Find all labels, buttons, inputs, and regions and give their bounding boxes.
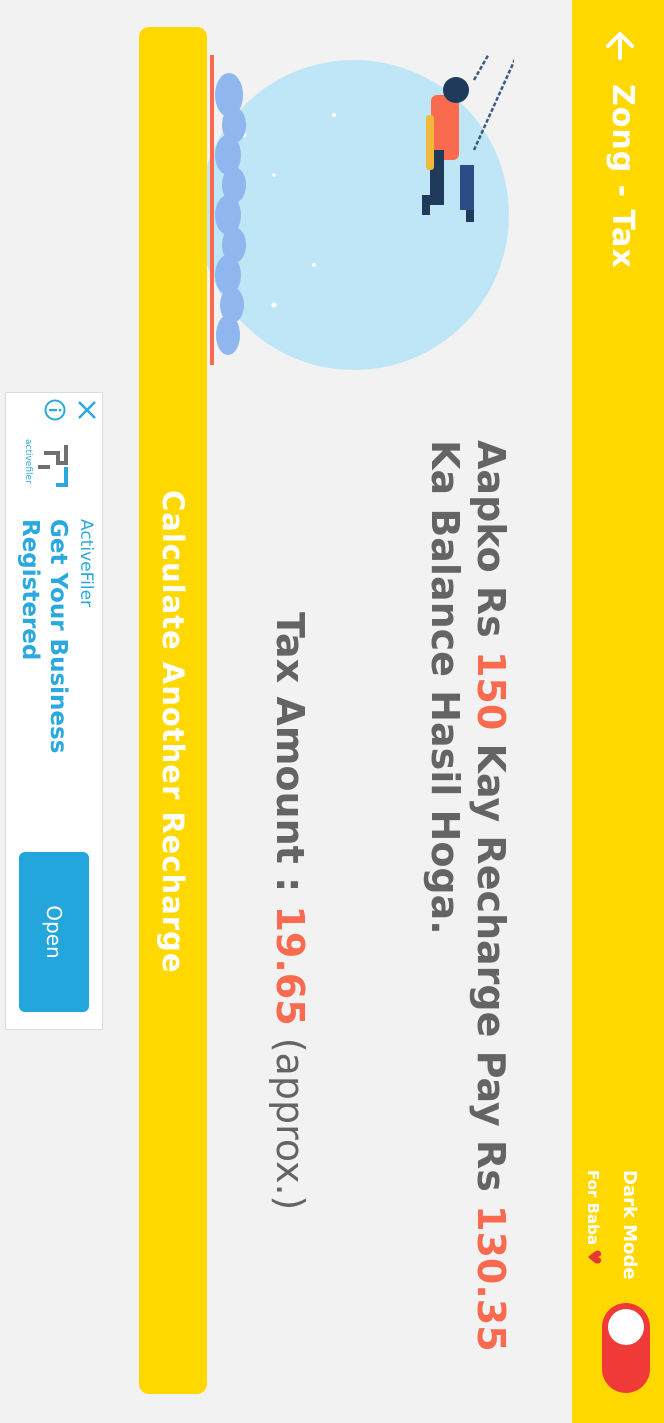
dark-mode-label-group: Dark Mode For Baba ♥ [574,1170,654,1300]
dark-mode-sublabel: For Baba ♥ [583,1170,604,1265]
toggle-knob[interactable] [608,1309,644,1345]
ad-brand-name: ActiveFiler [76,519,96,608]
swing-illustration [199,55,514,370]
info-icon[interactable] [44,399,66,421]
ad-banner[interactable]: activefiler ActiveFiler Get Your Busines… [5,392,103,1030]
dark-mode-sublabel-text: For Baba [584,1170,602,1245]
balance-amount: 130.35 [469,1205,513,1352]
calculate-another-recharge-button[interactable]: Calculate Another Recharge [139,27,207,1394]
recharge-message: Aapko Rs 150 Kay Recharge Pay Rs 130.35 … [422,440,514,1360]
tax-label: Tax Amount : [268,612,312,906]
page-title: Zong - Tax [605,84,640,269]
close-icon[interactable] [76,399,98,421]
dark-mode-label: Dark Mode [619,1170,640,1280]
dark-mode-toggle[interactable] [602,1303,650,1393]
back-arrow-icon[interactable] [600,26,640,66]
recharge-amount: 150 [469,650,513,731]
activefiler-logo-icon: activefiler [23,439,68,487]
message-text-3: Ka Balance Hasil Hoga. [423,440,467,935]
app-bar: Zong - Tax Dark Mode For Baba ♥ [572,0,664,1423]
ad-open-button[interactable]: Open [19,852,89,1012]
message-text-1: Aapko Rs [469,440,513,651]
heart-icon: ♥ [583,1248,604,1266]
tax-approx-suffix: (approx.) [268,1025,312,1211]
app-screen: Zong - Tax Dark Mode For Baba ♥ Aapko Rs … [0,0,664,1423]
ad-logo-text: activefiler [23,439,33,484]
message-text-2: Kay Recharge Pay Rs [469,730,513,1206]
tax-amount-line: Tax Amount : 19.65 (approx.) [268,612,312,1210]
tax-amount-value: 19.65 [268,905,312,1026]
ad-headline: Get Your Business Registered [17,519,71,754]
